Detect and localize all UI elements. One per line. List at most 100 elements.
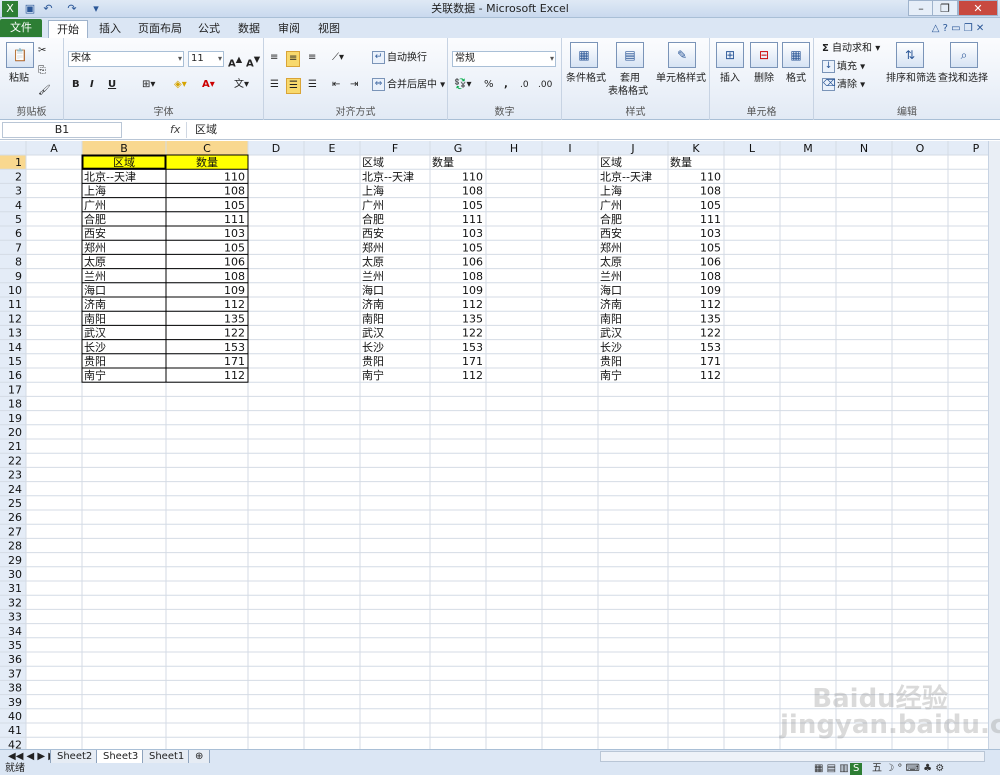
conditional-format-icon[interactable]: ▦ bbox=[570, 42, 598, 68]
cell-quantity[interactable]: 109 bbox=[224, 284, 245, 297]
tab-insert[interactable]: 插入 bbox=[92, 20, 128, 38]
row-header[interactable]: 5 bbox=[15, 213, 22, 226]
cell-region[interactable]: 兰州 bbox=[84, 270, 106, 283]
horizontal-scrollbar[interactable] bbox=[600, 751, 985, 762]
cell-quantity[interactable]: 112 bbox=[700, 298, 721, 311]
row-header[interactable]: 10 bbox=[8, 284, 22, 297]
minimize-icon[interactable]: – bbox=[908, 0, 934, 16]
row-header[interactable]: 3 bbox=[15, 185, 22, 198]
name-box[interactable]: B1 bbox=[2, 122, 122, 138]
column-header[interactable]: B bbox=[120, 142, 128, 155]
cell-region[interactable]: 长沙 bbox=[600, 341, 622, 354]
cut-icon[interactable]: ✂ bbox=[38, 44, 46, 58]
row-header[interactable]: 1 bbox=[15, 156, 22, 169]
align-top-icon[interactable]: ≡ bbox=[270, 51, 278, 65]
column-header[interactable]: J bbox=[630, 142, 634, 155]
column-header[interactable]: O bbox=[916, 142, 925, 155]
cell-header-region[interactable]: 区域 bbox=[362, 156, 384, 169]
cell-quantity[interactable]: 111 bbox=[462, 213, 483, 226]
cell-region[interactable]: 海口 bbox=[600, 283, 622, 297]
column-header[interactable]: M bbox=[803, 142, 813, 155]
cell-region[interactable]: 合肥 bbox=[362, 212, 384, 226]
row-header[interactable]: 20 bbox=[8, 426, 22, 439]
cell-quantity[interactable]: 112 bbox=[462, 369, 483, 382]
cell-region[interactable]: 长沙 bbox=[362, 341, 384, 354]
cell-quantity[interactable]: 108 bbox=[462, 270, 483, 283]
row-header[interactable]: 23 bbox=[8, 469, 22, 482]
font-name-combo[interactable]: 宋体 ▾ bbox=[68, 51, 184, 67]
cell-region[interactable]: 北京--天津 bbox=[362, 169, 414, 183]
row-header[interactable]: 16 bbox=[8, 369, 22, 382]
increase-decimal-icon[interactable]: .0 bbox=[520, 78, 529, 92]
row-header[interactable]: 28 bbox=[8, 540, 22, 553]
cell-region[interactable]: 西安 bbox=[362, 226, 384, 240]
cell-region[interactable]: 西安 bbox=[84, 226, 106, 240]
cell-quantity[interactable]: 111 bbox=[224, 213, 245, 226]
cell-region[interactable]: 郑州 bbox=[600, 240, 622, 254]
cell-region[interactable]: 合肥 bbox=[600, 212, 622, 226]
cell-region[interactable]: 上海 bbox=[600, 184, 622, 198]
cell-region[interactable]: 北京--天津 bbox=[600, 169, 652, 183]
clear-button[interactable]: ⌫清除 ▾ bbox=[822, 78, 865, 93]
tab-page-layout[interactable]: 页面布局 bbox=[132, 20, 188, 38]
format-cells-icon[interactable]: ▦ bbox=[782, 42, 810, 68]
cell-region[interactable]: 南阳 bbox=[362, 312, 384, 325]
borders-icon[interactable]: ⊞▾ bbox=[142, 78, 155, 92]
copy-icon[interactable]: ⎘ bbox=[38, 64, 46, 78]
cell-quantity[interactable]: 103 bbox=[700, 227, 721, 240]
cell-quantity[interactable]: 135 bbox=[224, 312, 245, 325]
font-color-icon[interactable]: A▾ bbox=[202, 78, 215, 92]
cell-quantity[interactable]: 110 bbox=[462, 170, 483, 183]
cell-quantity[interactable]: 108 bbox=[462, 185, 483, 198]
conditional-format-button[interactable]: 条件格式 bbox=[566, 72, 606, 86]
grow-font-icon[interactable]: A▲ bbox=[228, 52, 242, 71]
cell-quantity[interactable]: 109 bbox=[462, 284, 483, 297]
align-right-icon[interactable]: ☰ bbox=[308, 78, 317, 92]
cell-region[interactable]: 上海 bbox=[362, 184, 384, 198]
cell-region[interactable]: 南阳 bbox=[600, 312, 622, 325]
row-header[interactable]: 22 bbox=[8, 454, 22, 467]
row-header[interactable]: 37 bbox=[8, 667, 22, 680]
row-header[interactable]: 34 bbox=[8, 625, 22, 638]
column-header[interactable]: C bbox=[203, 142, 211, 155]
cell-region[interactable]: 太原 bbox=[600, 256, 622, 269]
row-header[interactable]: 4 bbox=[15, 199, 22, 212]
cell-quantity[interactable]: 110 bbox=[700, 170, 721, 183]
row-header[interactable]: 39 bbox=[8, 696, 22, 709]
cell-header-region[interactable]: 区域 bbox=[113, 156, 135, 169]
cell-quantity[interactable]: 110 bbox=[224, 170, 245, 183]
shrink-font-icon[interactable]: A▼ bbox=[246, 52, 260, 71]
row-header[interactable]: 35 bbox=[8, 639, 22, 652]
cell-quantity[interactable]: 111 bbox=[700, 213, 721, 226]
cell-quantity[interactable]: 109 bbox=[700, 284, 721, 297]
bold-button[interactable]: B bbox=[72, 78, 80, 92]
cell-region[interactable]: 南阳 bbox=[84, 312, 106, 325]
cell-region[interactable]: 武汉 bbox=[362, 327, 384, 340]
cell-region[interactable]: 武汉 bbox=[600, 327, 622, 340]
font-size-combo[interactable]: 11 ▾ bbox=[188, 51, 224, 67]
cell-region[interactable]: 兰州 bbox=[600, 270, 622, 283]
ime-toolbar-icon[interactable]: 五 ☽ ° ⌨ ♣ ⚙ bbox=[872, 763, 944, 775]
cell-region[interactable]: 北京--天津 bbox=[84, 169, 136, 183]
comma-style-icon[interactable]: , bbox=[504, 78, 508, 92]
cell-region[interactable]: 南宁 bbox=[362, 368, 384, 382]
cell-region[interactable]: 海口 bbox=[362, 283, 384, 297]
row-header[interactable]: 6 bbox=[15, 227, 22, 240]
cell-region[interactable]: 兰州 bbox=[362, 270, 384, 283]
column-header[interactable]: N bbox=[860, 142, 868, 155]
tab-view[interactable]: 视图 bbox=[312, 20, 346, 38]
row-header[interactable]: 12 bbox=[8, 312, 22, 325]
align-bottom-icon[interactable]: ≡ bbox=[308, 51, 316, 65]
phonetic-icon[interactable]: 文▾ bbox=[234, 78, 249, 92]
underline-button[interactable]: U bbox=[108, 78, 116, 92]
cell-quantity[interactable]: 171 bbox=[224, 355, 245, 368]
merge-center-button[interactable]: ⇔ 合并后居中 ▾ bbox=[372, 78, 445, 93]
sheet-tab-sheet1[interactable]: Sheet1 bbox=[142, 750, 192, 764]
row-header[interactable]: 21 bbox=[8, 440, 22, 453]
cell-quantity[interactable]: 105 bbox=[700, 241, 721, 254]
cell-quantity[interactable]: 171 bbox=[700, 355, 721, 368]
ime-icon[interactable]: S bbox=[850, 763, 863, 775]
cell-quantity[interactable]: 153 bbox=[224, 341, 245, 354]
row-header[interactable]: 25 bbox=[8, 497, 22, 510]
cell-region[interactable]: 济南 bbox=[600, 297, 622, 311]
